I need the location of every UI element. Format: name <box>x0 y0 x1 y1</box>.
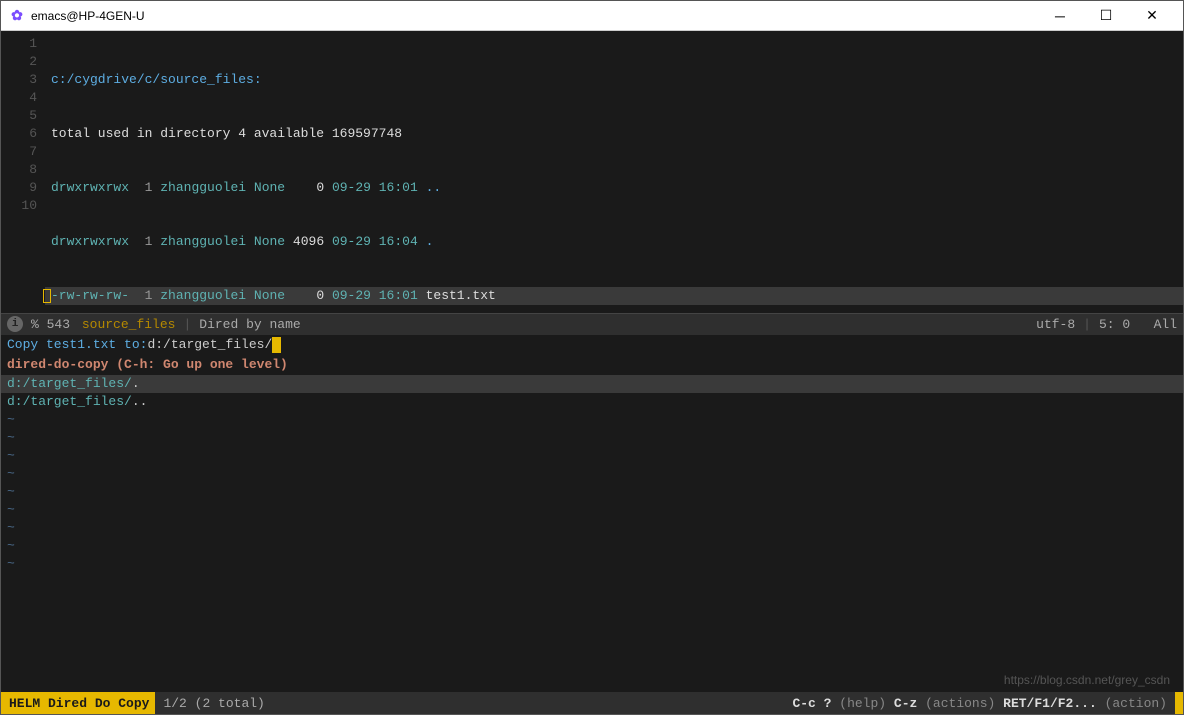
helm-hint: (actions) <box>925 696 995 711</box>
modeline-position: 5: 0 <box>1099 317 1130 332</box>
line-number: 3 <box>1 71 37 89</box>
minibuffer[interactable]: Copy test1.txt to: d:/target_files/ <box>1 335 1183 355</box>
minibuffer-prompt: Copy test1.txt to: <box>7 336 147 354</box>
dired-path: c:/cygdrive/c/source_files: <box>51 72 262 87</box>
tilde-icon: ~ <box>7 537 1177 555</box>
line-number: 7 <box>1 143 37 161</box>
dired-row[interactable]: drwxrwxrwx 1 zhangguolei None 4096 09-29… <box>45 233 1183 251</box>
modeline: i % 543 source_files | Dired by name utf… <box>1 313 1183 335</box>
dired-content[interactable]: c:/cygdrive/c/source_files: total used i… <box>45 31 1183 313</box>
helm-source-header: dired-do-copy (C-h: Go up one level) <box>1 355 1183 375</box>
helm-hint-key: C-z <box>894 696 917 711</box>
line-number: 4 <box>1 89 37 107</box>
minibuffer-input[interactable]: d:/target_files/ <box>147 336 272 354</box>
modeline-size: 543 <box>47 317 70 332</box>
dired-filename: .. <box>426 180 442 195</box>
helm-hint-key: C-c ? <box>792 696 831 711</box>
tilde-icon: ~ <box>7 447 1177 465</box>
line-number: 10 <box>1 197 37 215</box>
dired-path-row[interactable]: c:/cygdrive/c/source_files: <box>45 71 1183 89</box>
close-button[interactable]: ✕ <box>1129 1 1175 31</box>
helm-candidate-list[interactable]: d:/target_files/. d:/target_files/.. <box>1 375 1183 411</box>
info-icon: i <box>7 316 23 332</box>
window-controls: ─ ☐ ✕ <box>1037 1 1175 31</box>
line-number: 8 <box>1 161 37 179</box>
dired-row[interactable]: drwxrwxrwx 1 zhangguolei None 0 09-29 16… <box>45 179 1183 197</box>
line-number: 5 <box>1 107 37 125</box>
dired-buffer[interactable]: 1 2 3 4 5 6 7 8 9 10 c:/cygdrive/c/sourc… <box>1 31 1183 313</box>
dired-summary: total used in directory 4 available 1695… <box>51 126 402 141</box>
modeline-scroll: All <box>1154 317 1177 332</box>
line-number: 2 <box>1 53 37 71</box>
tilde-icon: ~ <box>7 465 1177 483</box>
helm-candidate-selected[interactable]: d:/target_files/. <box>1 375 1183 393</box>
minimize-button[interactable]: ─ <box>1037 1 1083 31</box>
line-number: 6 <box>1 125 37 143</box>
maximize-button[interactable]: ☐ <box>1083 1 1129 31</box>
line-number-gutter: 1 2 3 4 5 6 7 8 9 10 <box>1 31 45 313</box>
tilde-icon: ~ <box>7 429 1177 447</box>
window-titlebar: ✿ emacs@HP-4GEN-U ─ ☐ ✕ <box>1 1 1183 31</box>
modeline-buffer: source_files <box>82 317 176 332</box>
dired-filename: test1.txt <box>426 288 496 303</box>
modeline-mode: Dired by name <box>199 317 300 332</box>
watermark: https://blog.csdn.net/grey_csdn <box>1004 673 1170 687</box>
window-title: emacs@HP-4GEN-U <box>31 9 1037 23</box>
dired-summary-row: total used in directory 4 available 1695… <box>45 125 1183 143</box>
modeline-percent: % <box>31 317 39 332</box>
dired-filename: . <box>426 234 434 249</box>
tilde-icon: ~ <box>7 501 1177 519</box>
tilde-icon: ~ <box>7 411 1177 429</box>
line-number: 9 <box>1 179 37 197</box>
cursor-mark <box>43 289 51 303</box>
tilde-icon: ~ <box>7 519 1177 537</box>
helm-candidate[interactable]: d:/target_files/.. <box>1 393 1183 411</box>
helm-hint: (action) <box>1105 696 1167 711</box>
helm-empty-area: ~ ~ ~ ~ ~ ~ ~ ~ ~ <box>1 411 1183 693</box>
helm-count: 1/2 (2 total) <box>163 696 264 711</box>
tilde-icon: ~ <box>7 483 1177 501</box>
tilde-icon: ~ <box>7 555 1177 573</box>
helm-modeline: HELM Dired Do Copy 1/2 (2 total) C-c ? (… <box>1 692 1183 714</box>
dired-row-selected[interactable]: -rw-rw-rw- 1 zhangguolei None 0 09-29 16… <box>45 287 1183 305</box>
cursor-icon <box>272 337 281 353</box>
helm-hint-key: RET/F1/F2... <box>1003 696 1097 711</box>
helm-header-text: dired-do-copy (C-h: Go up one level) <box>7 357 288 372</box>
line-number: 1 <box>1 35 37 53</box>
emacs-icon: ✿ <box>9 8 25 24</box>
helm-modeline-title: HELM Dired Do Copy <box>9 696 149 711</box>
modeline-encoding: utf-8 <box>1036 317 1075 332</box>
helm-hint: (help) <box>839 696 886 711</box>
